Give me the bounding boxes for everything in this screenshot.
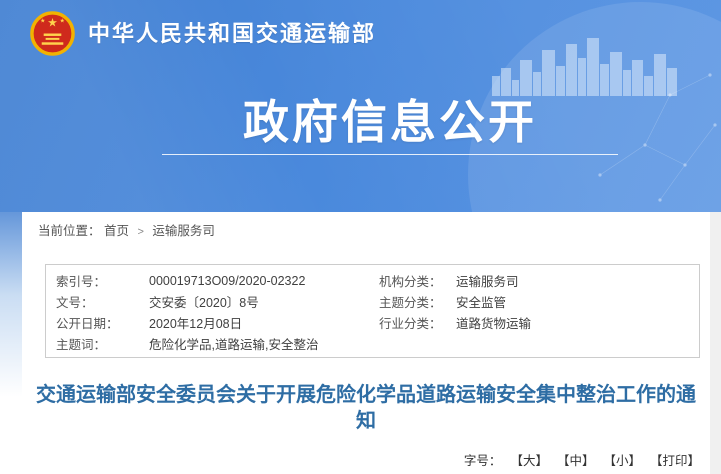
meta-label-topic-category: 主题分类： bbox=[379, 292, 456, 311]
svg-text:★: ★ bbox=[47, 17, 58, 30]
banner-title-block: 政府信息公开 bbox=[162, 97, 618, 155]
meta-value-industry-category: 道路货物运输 bbox=[456, 313, 699, 332]
meta-label-doc-no: 文号： bbox=[56, 292, 149, 311]
meta-value-org-category: 运输服务司 bbox=[456, 271, 699, 290]
meta-label-index-no: 索引号： bbox=[56, 271, 149, 290]
breadcrumb-separator: > bbox=[138, 226, 144, 238]
font-size-large-button[interactable]: 【大】 bbox=[510, 450, 548, 469]
meta-label-industry-category: 行业分类： bbox=[379, 313, 456, 332]
meta-value-publish-date: 2020年12月08日 bbox=[149, 313, 379, 332]
national-emblem-icon: ★ ★ ★ bbox=[29, 10, 76, 57]
meta-value-doc-no: 交安委〔2020〕8号 bbox=[149, 292, 379, 311]
meta-label-keywords: 主题词： bbox=[56, 334, 149, 353]
left-background-fade bbox=[0, 212, 22, 397]
font-size-toolbar: 字号： 【大】 【中】 【小】 【打印】 bbox=[464, 450, 700, 469]
top-banner: ★ ★ ★ 中华人民共和国交通运输部 政府信息公开 bbox=[0, 0, 721, 212]
article-title: 交通运输部安全委员会关于开展危险化学品道路运输安全集中整治工作的通知 bbox=[32, 382, 700, 434]
title-underline-divider bbox=[162, 154, 618, 155]
page-title: 政府信息公开 bbox=[162, 97, 618, 149]
page: ★ ★ ★ 中华人民共和国交通运输部 政府信息公开 当前位置： 首页 > 运输服… bbox=[0, 0, 721, 474]
svg-text:★: ★ bbox=[40, 18, 45, 25]
breadcrumb-label: 当前位置： bbox=[38, 224, 101, 238]
meta-value-keywords: 危险化学品,道路运输,安全整治 bbox=[149, 334, 379, 353]
meta-label-org-category: 机构分类： bbox=[379, 271, 456, 290]
content-panel: 当前位置： 首页 > 运输服务司 索引号： 000019713O09/2020-… bbox=[22, 212, 710, 474]
breadcrumb-link-home[interactable]: 首页 bbox=[104, 224, 129, 238]
meta-label-publish-date: 公开日期： bbox=[56, 313, 149, 332]
site-brand: ★ ★ ★ 中华人民共和国交通运输部 bbox=[29, 10, 376, 57]
meta-value-topic-category: 安全监管 bbox=[456, 292, 699, 311]
meta-value-index-no: 000019713O09/2020-02322 bbox=[149, 274, 379, 288]
site-name[interactable]: 中华人民共和国交通运输部 bbox=[88, 10, 376, 57]
font-size-medium-button[interactable]: 【中】 bbox=[557, 450, 595, 469]
breadcrumb-link-department[interactable]: 运输服务司 bbox=[152, 224, 215, 238]
print-button[interactable]: 【打印】 bbox=[650, 450, 700, 469]
document-metadata-table: 索引号： 000019713O09/2020-02322 机构分类： 运输服务司… bbox=[45, 264, 700, 358]
font-size-small-button[interactable]: 【小】 bbox=[603, 450, 641, 469]
right-gutter bbox=[710, 212, 721, 474]
font-size-label: 字号： bbox=[464, 450, 502, 469]
breadcrumb: 当前位置： 首页 > 运输服务司 bbox=[38, 222, 215, 241]
svg-text:★: ★ bbox=[60, 18, 65, 25]
